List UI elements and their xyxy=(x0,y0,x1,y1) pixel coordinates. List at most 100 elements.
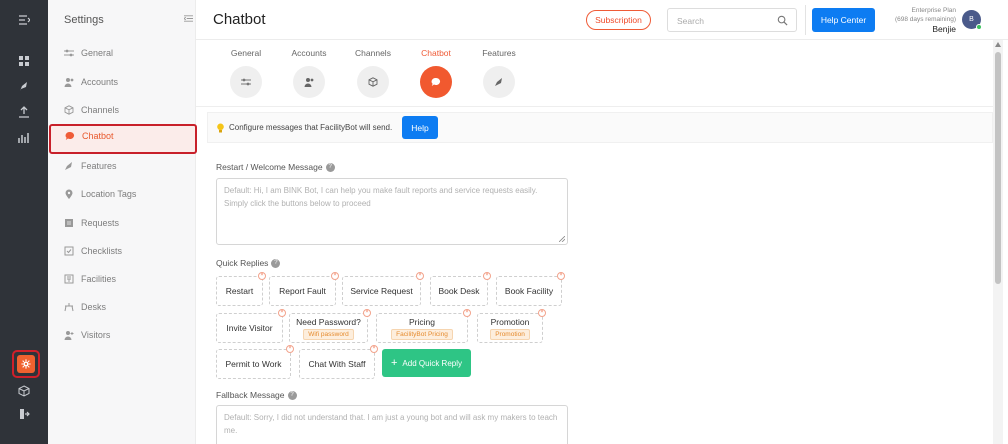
search-placeholder: Search xyxy=(677,16,704,26)
sidebar-item-label: Chatbot xyxy=(82,131,114,141)
desk-icon xyxy=(64,302,74,312)
header-divider xyxy=(805,5,806,35)
remove-icon[interactable]: × xyxy=(331,272,339,280)
quick-reply-chip[interactable]: Permit to Work × xyxy=(216,345,294,379)
sidebar-item-chatbot-label[interactable]: Chatbot xyxy=(65,131,114,141)
help-circle-icon[interactable]: ? xyxy=(325,162,335,172)
remove-icon[interactable]: × xyxy=(370,345,378,353)
quick-replies-label-text: Quick Replies xyxy=(216,258,269,268)
quick-reply-tag: FacilityBot Pricing xyxy=(391,328,453,340)
tab-accounts[interactable]: Accounts xyxy=(279,48,339,98)
quick-reply-label: Permit to Work xyxy=(225,359,282,369)
welcome-message-field[interactable]: Default: Hi, I am BINK Bot, I can help y… xyxy=(216,178,568,245)
sidebar-item-visitors[interactable]: Visitors xyxy=(64,327,110,343)
collapse-sidebar-icon[interactable] xyxy=(183,14,193,26)
quick-reply-label: Report Fault xyxy=(279,286,326,296)
remove-icon[interactable]: × xyxy=(363,309,371,317)
quick-reply-chip[interactable]: Promotion Promotion × xyxy=(477,309,546,343)
sidebar-item-label: General xyxy=(81,48,114,58)
remove-icon[interactable]: × xyxy=(557,272,565,280)
quick-reply-label: Chat With Staff xyxy=(308,359,366,369)
dashboard-icon[interactable] xyxy=(0,51,48,71)
settings-icon xyxy=(17,355,35,373)
sidebar-item-channels[interactable]: Channels xyxy=(64,102,119,118)
settings-tabs: General Accounts Channels Chatbot Featur… xyxy=(196,40,996,106)
add-quick-reply-button[interactable]: + Add Quick Reply xyxy=(382,349,471,377)
sidebar-item-general[interactable]: General xyxy=(64,45,113,61)
sidebar-item-requests[interactable]: Requests xyxy=(64,215,119,231)
quick-reply-chip[interactable]: Book Desk × xyxy=(430,272,491,306)
page-scrollbar[interactable] xyxy=(993,40,1003,444)
remove-icon[interactable]: × xyxy=(538,309,546,317)
fallback-label-text: Fallback Message xyxy=(216,390,285,400)
subscription-button[interactable]: Subscription xyxy=(586,10,651,30)
analytics-icon[interactable] xyxy=(0,128,48,148)
remove-icon[interactable]: × xyxy=(483,272,491,280)
box-icon[interactable] xyxy=(0,381,48,401)
search-icon[interactable] xyxy=(777,15,788,26)
tab-features[interactable]: Features xyxy=(469,48,529,98)
tab-channels[interactable]: Channels xyxy=(343,48,403,98)
quick-reply-chip[interactable]: Restart × xyxy=(216,272,266,306)
rocket-icon xyxy=(64,161,74,171)
quick-reply-label: Book Desk xyxy=(438,286,480,296)
sliders-icon xyxy=(64,48,74,58)
quick-reply-label: Book Facility xyxy=(504,286,554,296)
quick-reply-chip[interactable]: Chat With Staff × xyxy=(299,345,378,379)
tab-chatbot[interactable]: Chatbot xyxy=(406,48,466,98)
remove-icon[interactable]: × xyxy=(463,309,471,317)
resize-handle-icon[interactable] xyxy=(559,236,565,242)
rocket-icon[interactable] xyxy=(0,77,48,97)
quick-reply-tag: Wifi password xyxy=(303,328,354,340)
checklist-icon xyxy=(64,246,74,256)
quick-reply-chip[interactable]: Invite Visitor × xyxy=(216,309,286,343)
quick-reply-chip[interactable]: Report Fault × xyxy=(269,272,339,306)
scroll-up-arrow-icon[interactable] xyxy=(995,42,1001,47)
help-circle-icon[interactable]: ? xyxy=(271,258,281,268)
upload-icon[interactable] xyxy=(0,102,48,122)
sidebar-item-label: Visitors xyxy=(81,330,111,340)
sidebar-item-label: Requests xyxy=(81,218,120,228)
remove-icon[interactable]: × xyxy=(278,309,286,317)
quick-reply-chip[interactable]: Service Request × xyxy=(342,272,424,306)
tab-general[interactable]: General xyxy=(216,48,276,98)
quick-reply-chip[interactable]: Need Password? Wifi password × xyxy=(289,309,371,343)
sidebar-item-label: Channels xyxy=(81,105,120,115)
quick-reply-label: Need Password? xyxy=(296,316,361,327)
help-circle-icon[interactable]: ? xyxy=(287,390,297,400)
sidebar-item-label: Features xyxy=(81,161,117,171)
sidebar-item-accounts[interactable]: Accounts xyxy=(64,74,118,90)
logout-icon[interactable] xyxy=(0,404,48,424)
settings-rail-button[interactable] xyxy=(12,350,40,378)
sidebar-item-label: Location Tags xyxy=(81,189,137,199)
quick-reply-label: Pricing xyxy=(409,316,435,327)
remove-icon[interactable]: × xyxy=(258,272,266,280)
sidebar-item-features[interactable]: Features xyxy=(64,158,117,174)
tab-label: Accounts xyxy=(291,48,327,58)
quick-reply-chip[interactable]: Book Facility × xyxy=(496,272,565,306)
sidebar-item-desks[interactable]: Desks xyxy=(64,299,106,315)
remove-icon[interactable]: × xyxy=(416,272,424,280)
remove-icon[interactable]: × xyxy=(286,345,294,353)
quick-reply-chip[interactable]: Pricing FacilityBot Pricing × xyxy=(376,309,471,343)
scrollbar-thumb[interactable] xyxy=(995,52,1001,284)
tab-label: General xyxy=(230,48,262,58)
sidebar-item-checklists[interactable]: Checklists xyxy=(64,243,122,259)
rocket-icon xyxy=(483,66,515,98)
quick-reply-tag: Promotion xyxy=(490,328,530,340)
fallback-placeholder: Default: Sorry, I did not understand tha… xyxy=(224,413,558,435)
welcome-placeholder: Default: Hi, I am BINK Bot, I can help y… xyxy=(224,186,538,208)
search-input[interactable]: Search xyxy=(667,8,797,32)
plan-info: Enterprise Plan (698 days remaining) Ben… xyxy=(882,6,956,35)
sidebar-item-location-tags[interactable]: Location Tags xyxy=(64,186,136,202)
cube-icon xyxy=(357,66,389,98)
help-center-button[interactable]: Help Center xyxy=(812,8,875,32)
fallback-message-field[interactable]: Default: Sorry, I did not understand tha… xyxy=(216,405,568,444)
quick-reply-label: Invite Visitor xyxy=(226,323,273,333)
welcome-message-label: Restart / Welcome Message ? xyxy=(216,162,335,172)
sidebar-item-label: Desks xyxy=(81,302,107,312)
help-button[interactable]: Help xyxy=(402,116,438,139)
sidebar-item-facilities[interactable]: Facilities xyxy=(64,271,116,287)
online-status-dot xyxy=(976,24,982,30)
menu-icon[interactable] xyxy=(0,10,48,30)
